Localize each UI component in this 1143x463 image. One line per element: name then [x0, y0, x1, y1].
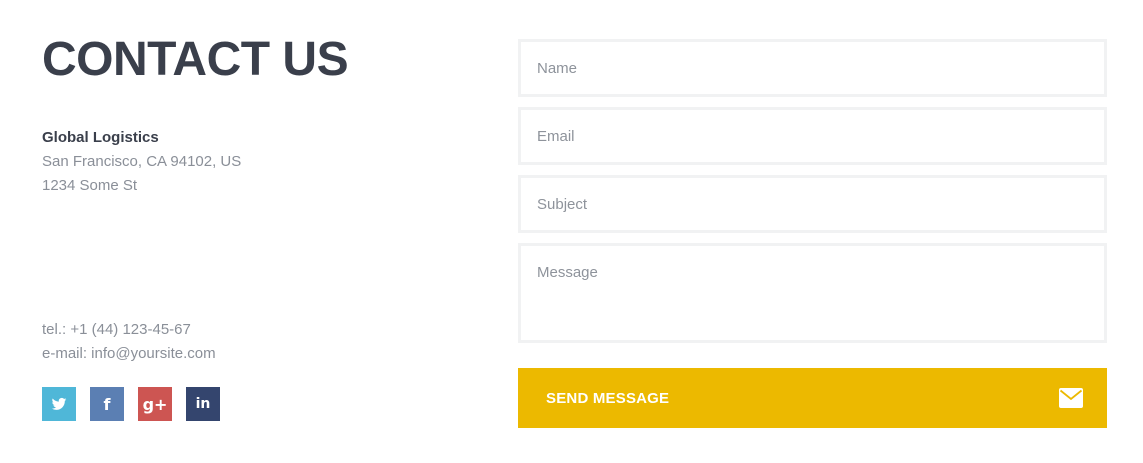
message-field-wrapper	[518, 243, 1107, 343]
telephone: tel.: +1 (44) 123-45-67	[42, 321, 191, 338]
send-message-button[interactable]: SEND MESSAGE	[518, 368, 1107, 428]
linkedin-icon[interactable]: in	[186, 387, 220, 421]
subject-field-wrapper	[518, 175, 1107, 233]
contact-section: CONTACT US Global Logistics San Francisc…	[0, 0, 1143, 463]
address-line-2: 1234 Some St	[42, 177, 138, 194]
social-links: f g+ in	[42, 387, 220, 421]
send-message-label: SEND MESSAGE	[546, 389, 670, 407]
facebook-icon[interactable]: f	[90, 387, 124, 421]
email-input[interactable]	[537, 127, 1088, 145]
email-address: e-mail: info@yoursite.com	[42, 345, 216, 362]
twitter-bird-icon	[51, 397, 67, 410]
page-title: CONTACT US	[42, 33, 349, 86]
google-plus-icon[interactable]: g+	[138, 387, 172, 421]
name-field-wrapper	[518, 39, 1107, 97]
envelope-icon	[1059, 388, 1083, 408]
message-textarea[interactable]	[537, 264, 1088, 334]
subject-input[interactable]	[537, 195, 1088, 213]
company-name: Global Logistics	[42, 129, 159, 146]
name-input[interactable]	[537, 59, 1088, 77]
address-line-1: San Francisco, CA 94102, US	[42, 153, 242, 170]
twitter-icon[interactable]	[42, 387, 76, 421]
email-field-wrapper	[518, 107, 1107, 165]
